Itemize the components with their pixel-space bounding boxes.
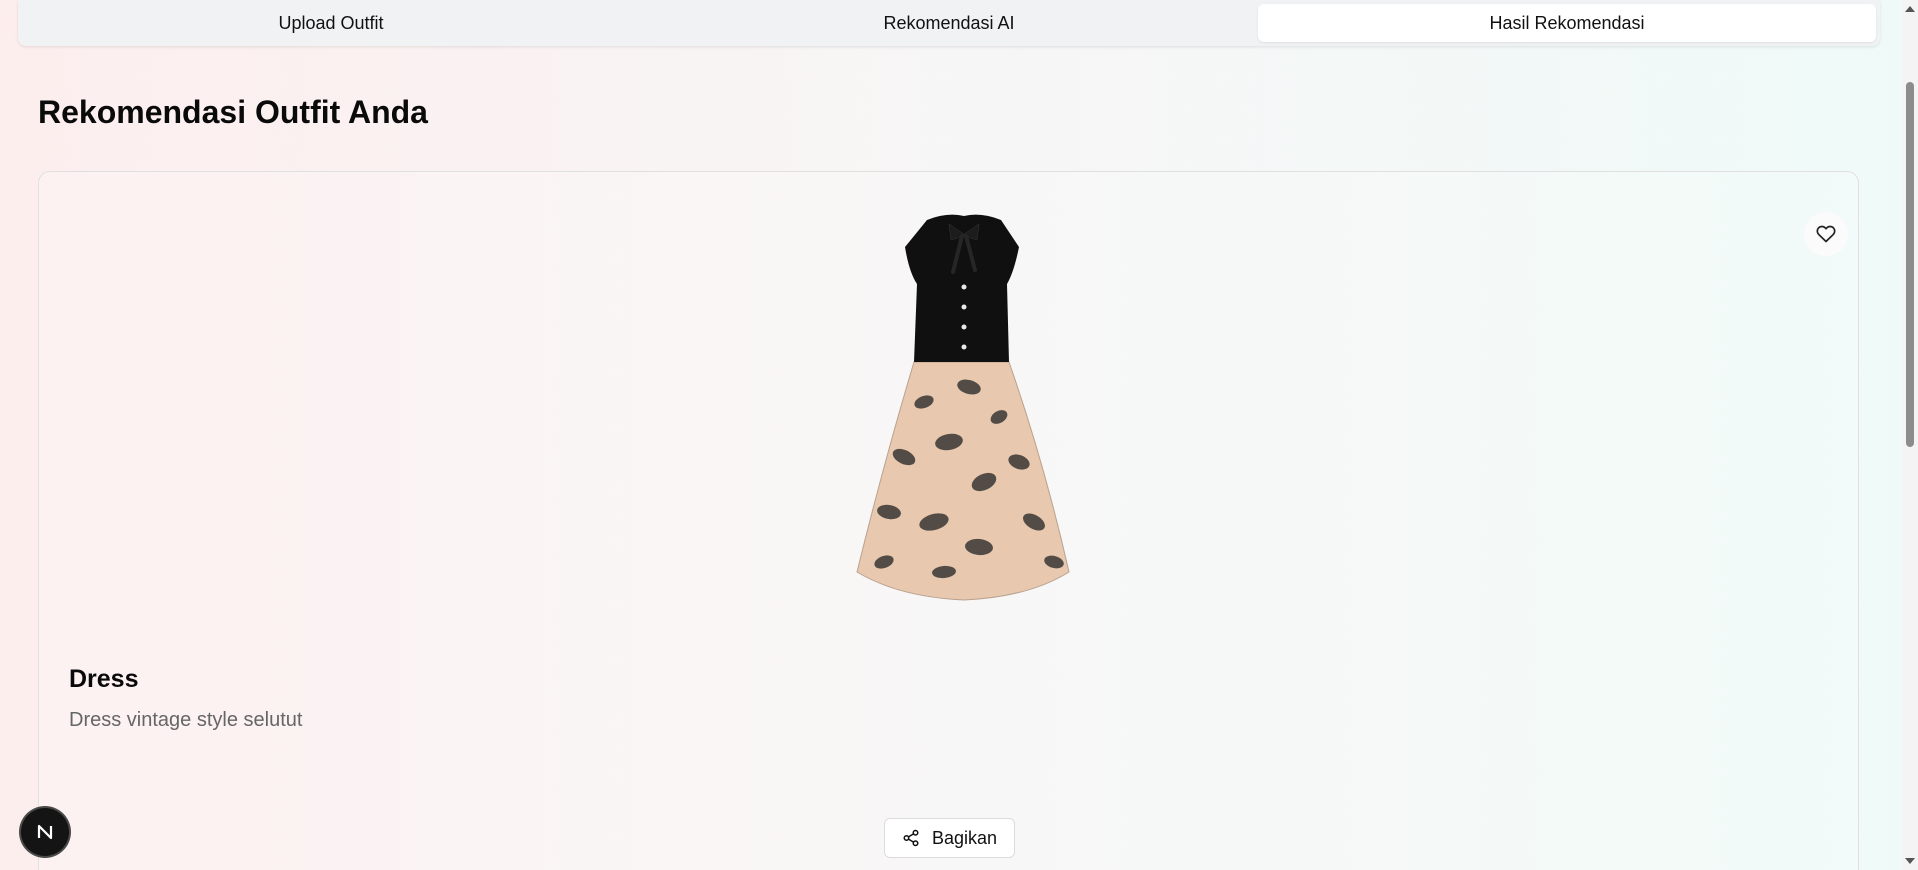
page-title: Rekomendasi Outfit Anda xyxy=(38,94,428,130)
share-icon xyxy=(903,829,919,847)
scroll-down-icon[interactable] xyxy=(1905,858,1915,864)
item-description: Dress vintage style selutut xyxy=(69,709,303,731)
scroll-thumb[interactable] xyxy=(1906,82,1914,447)
tab-hasil-rekomendasi[interactable]: Hasil Rekomendasi xyxy=(1258,4,1876,42)
tab-bar: Upload Outfit Rekomendasi AI Hasil Rekom… xyxy=(18,0,1880,46)
dress-image xyxy=(856,214,1070,601)
recommendation-card: Dress Dress vintage style selutut Bagika… xyxy=(38,171,1859,870)
item-name: Dress xyxy=(69,665,139,693)
heart-icon xyxy=(1816,225,1836,243)
n-badge-button[interactable] xyxy=(21,808,69,856)
share-button[interactable]: Bagikan xyxy=(884,818,1015,858)
scrollbar[interactable] xyxy=(1902,0,1918,870)
favorite-button[interactable] xyxy=(1804,212,1848,256)
tab-rekomendasi-ai[interactable]: Rekomendasi AI xyxy=(640,4,1258,42)
share-label: Bagikan xyxy=(931,827,998,848)
scroll-up-icon[interactable] xyxy=(1905,6,1915,12)
n-logo-icon xyxy=(37,824,53,840)
tab-upload-outfit[interactable]: Upload Outfit xyxy=(22,4,640,42)
